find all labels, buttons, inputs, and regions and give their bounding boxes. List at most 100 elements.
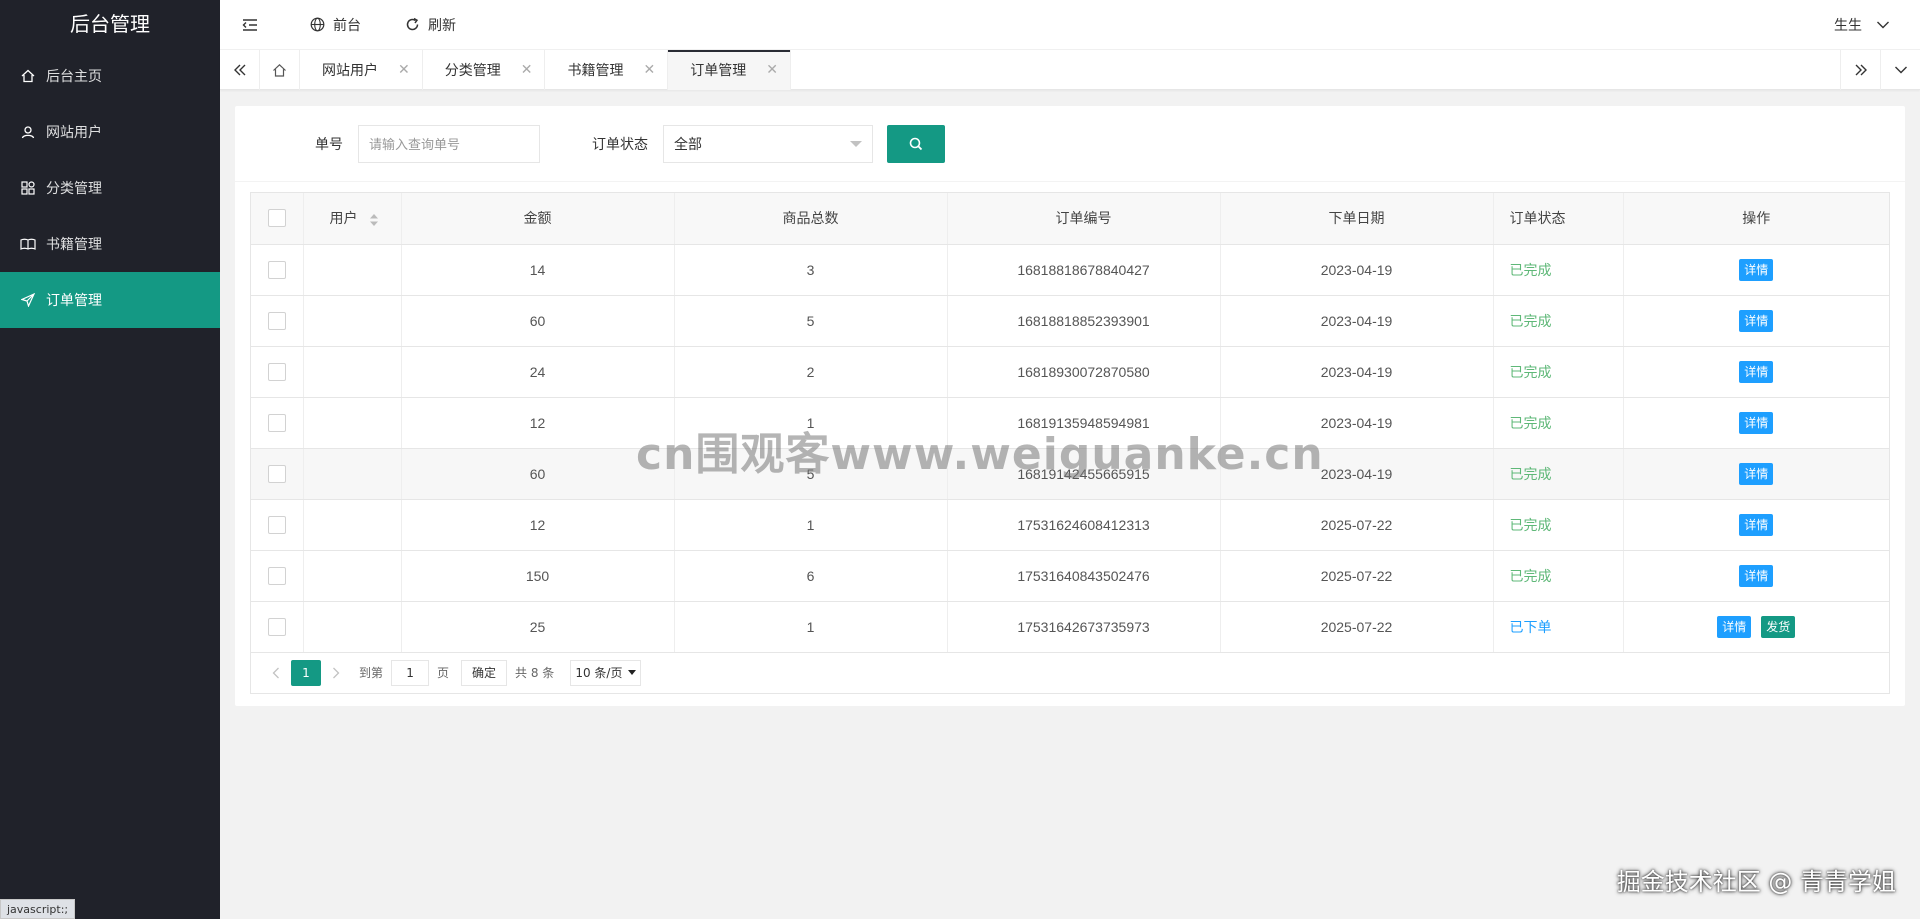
cell-count: 1 (674, 601, 948, 653)
detail-button[interactable]: 详情 (1739, 411, 1774, 434)
page-jump-input[interactable]: 1 (391, 659, 430, 686)
sidebar-item-category[interactable]: 分类管理 (0, 160, 220, 216)
close-icon[interactable]: ✕ (398, 62, 410, 78)
cell-amount: 150 (401, 550, 675, 602)
row-checkbox[interactable] (267, 617, 286, 636)
cell-user (303, 601, 402, 653)
detail-button[interactable]: 详情 (1739, 564, 1774, 587)
column-header-user[interactable]: 用户 (303, 193, 402, 245)
row-checkbox[interactable] (267, 362, 286, 381)
orders-table: 用户 金额 商品总数 订单编号 下单日期 订单状态 操作 14 3 168188… (251, 193, 1889, 653)
tab-menu-button[interactable] (1880, 50, 1920, 90)
page-size-select[interactable]: 10 条/页 (570, 659, 642, 686)
row-checkbox[interactable] (267, 311, 286, 330)
cell-user (303, 499, 402, 551)
cell-status: 已完成 (1493, 295, 1624, 347)
top-header: 前台 刷新 生生 (220, 0, 1920, 50)
send-icon (20, 292, 36, 308)
cell-actions: 详情 (1623, 397, 1889, 449)
sidebar: 后台管理 后台主页 网站用户 分类管理 书籍管理 订单管理 (0, 0, 220, 919)
cell-user (303, 346, 402, 398)
tab-books[interactable]: 书籍管理 ✕ (545, 50, 669, 90)
status-select[interactable]: 全部 (663, 124, 873, 163)
watermark-credit: 掘金技术社区 @ 青青学姐 (1616, 868, 1896, 896)
close-icon[interactable]: ✕ (643, 62, 655, 78)
sidebar-item-books[interactable]: 书籍管理 (0, 216, 220, 272)
tab-scroll-right-button[interactable] (1840, 50, 1880, 90)
select-all-cell (251, 193, 304, 245)
cell-count: 1 (674, 397, 948, 449)
home-icon (20, 68, 36, 84)
user-menu[interactable]: 生生 (1834, 0, 1920, 50)
column-header-order-no: 订单编号 (947, 193, 1221, 245)
app-logo-title[interactable]: 后台管理 (0, 0, 220, 48)
double-chevron-left-icon (233, 64, 245, 76)
sidebar-item-label: 分类管理 (46, 181, 102, 197)
cell-user (303, 397, 402, 449)
row-checkbox[interactable] (267, 260, 286, 279)
search-icon (909, 137, 923, 150)
row-checkbox[interactable] (267, 566, 286, 585)
detail-button[interactable]: 详情 (1739, 513, 1774, 536)
cell-actions: 详情 (1623, 346, 1889, 398)
sidebar-item-users[interactable]: 网站用户 (0, 104, 220, 160)
sidebar-item-orders[interactable]: 订单管理 (0, 272, 220, 328)
select-all-checkbox[interactable] (267, 209, 286, 228)
user-icon (20, 124, 36, 140)
refresh-button[interactable]: 刷新 (383, 0, 478, 50)
sidebar-item-home[interactable]: 后台主页 (0, 48, 220, 104)
tab-home[interactable] (260, 50, 300, 90)
cell-count: 1 (674, 499, 948, 551)
tab-orders[interactable]: 订单管理 ✕ (668, 50, 791, 90)
page-1-button[interactable]: 1 (291, 659, 321, 686)
cell-amount: 12 (401, 499, 675, 551)
detail-button[interactable]: 详情 (1739, 360, 1774, 383)
frontend-link[interactable]: 前台 (288, 0, 383, 50)
browser-status-bar: javascript:; (0, 899, 76, 919)
cell-amount: 60 (401, 448, 675, 500)
tab-category[interactable]: 分类管理 ✕ (423, 50, 546, 90)
cell-user (303, 244, 402, 296)
cell-date: 2025-07-22 (1220, 601, 1494, 653)
cell-status: 已下单 (1493, 601, 1624, 653)
cell-actions: 详情 (1623, 244, 1889, 296)
cell-date: 2023-04-19 (1220, 295, 1494, 347)
ship-button[interactable]: 发货 (1761, 615, 1796, 638)
cell-date: 2023-04-19 (1220, 448, 1494, 500)
cell-status: 已完成 (1493, 244, 1624, 296)
search-button[interactable] (887, 124, 945, 163)
sidebar-item-label: 书籍管理 (46, 237, 102, 253)
tab-scroll-left-button[interactable] (220, 50, 260, 90)
cell-status: 已完成 (1493, 550, 1624, 602)
close-icon[interactable]: ✕ (766, 62, 778, 78)
table-row: 12 1 17531624608412313 2025-07-22 已完成 详情 (251, 499, 1889, 551)
tab-bar-right (1840, 50, 1920, 90)
cell-status: 已完成 (1493, 499, 1624, 551)
tab-users[interactable]: 网站用户 ✕ (300, 50, 423, 90)
detail-button[interactable]: 详情 (1717, 615, 1752, 638)
goto-label: 到第 (359, 666, 384, 680)
prev-page-button[interactable] (261, 660, 291, 686)
detail-button[interactable]: 详情 (1739, 462, 1774, 485)
cell-date: 2023-04-19 (1220, 397, 1494, 449)
row-checkbox[interactable] (267, 413, 286, 432)
table-row: 25 1 17531642673735973 2025-07-22 已下单 详情… (251, 601, 1889, 653)
row-checkbox[interactable] (267, 515, 286, 534)
next-page-button[interactable] (321, 660, 351, 686)
cell-amount: 25 (401, 601, 675, 653)
caret-down-icon (850, 140, 862, 147)
cell-date: 2025-07-22 (1220, 499, 1494, 551)
toggle-sidebar-button[interactable] (220, 0, 288, 50)
detail-button[interactable]: 详情 (1739, 258, 1774, 281)
cell-status: 已完成 (1493, 346, 1624, 398)
cell-order-no: 16818818852393901 (947, 295, 1221, 347)
cell-date: 2023-04-19 (1220, 244, 1494, 296)
table-row: 60 5 16819142455665915 2023-04-19 已完成 详情 (251, 448, 1889, 500)
sort-icon[interactable] (369, 213, 379, 227)
detail-button[interactable]: 详情 (1739, 309, 1774, 332)
order-no-input[interactable]: 请输入查询单号 (358, 124, 540, 163)
page-confirm-button[interactable]: 确定 (461, 659, 508, 686)
close-icon[interactable]: ✕ (521, 62, 533, 78)
row-select-cell (251, 346, 304, 398)
row-checkbox[interactable] (267, 464, 286, 483)
